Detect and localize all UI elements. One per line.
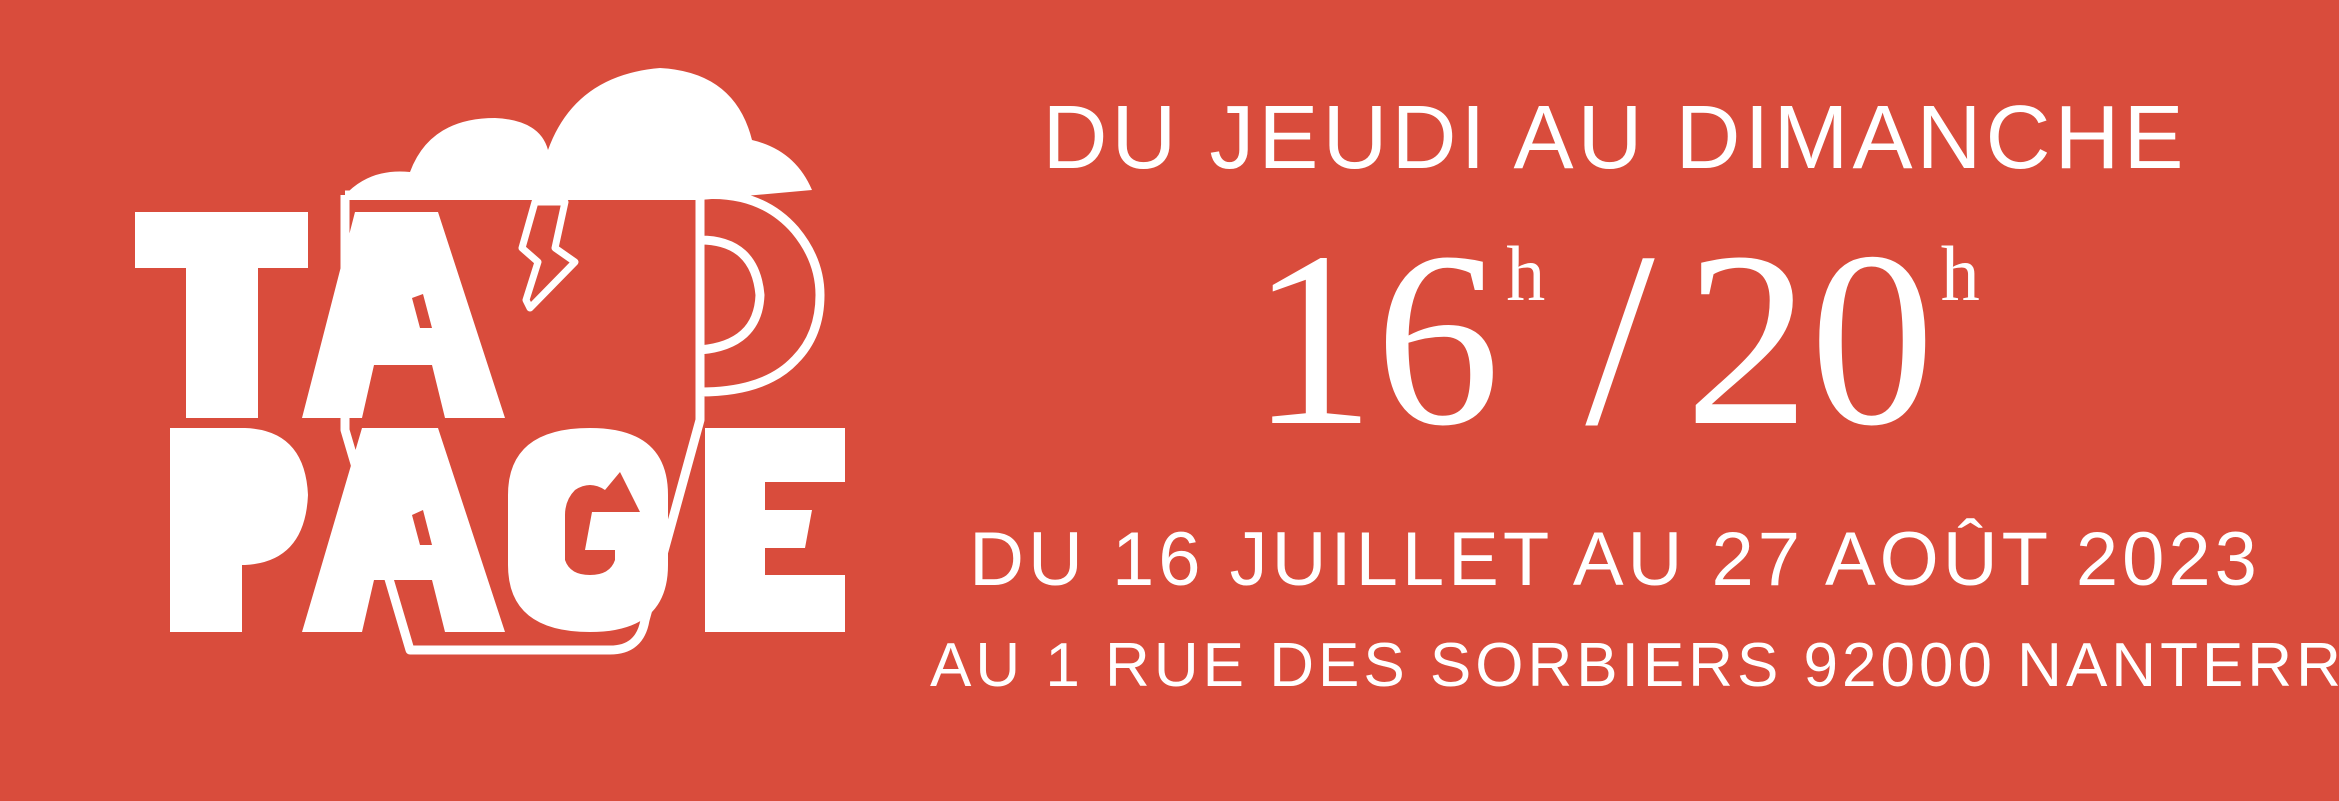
letter-p xyxy=(170,428,308,632)
letter-a-bottom xyxy=(302,428,505,632)
event-banner: DU JEUDI AU DIMANCHE 16 h / 20 h DU 16 J… xyxy=(0,0,2339,801)
letter-g xyxy=(508,428,668,632)
tapage-logo xyxy=(135,68,845,655)
dates-line: DU 16 JUILLET AU 27 AOÛT 2023 xyxy=(969,517,2261,602)
event-info: DU JEUDI AU DIMANCHE 16 h / 20 h DU 16 J… xyxy=(930,0,2339,801)
end-hour: 20 xyxy=(1684,201,1935,478)
lightning-icon xyxy=(518,198,579,312)
start-hour: 16 xyxy=(1250,201,1501,478)
letter-a-top xyxy=(302,212,505,418)
letter-e xyxy=(705,428,845,632)
address-line: AU 1 RUE DES SORBIERS 92000 NANTERRE xyxy=(930,631,2339,700)
letter-t xyxy=(135,212,308,418)
hours-separator: / xyxy=(1585,201,1655,478)
end-hour-unit: h xyxy=(1940,230,1980,317)
days-line: DU JEUDI AU DIMANCHE xyxy=(1042,88,2188,188)
cloud-icon xyxy=(345,68,812,200)
hours-line: 16 h / 20 h xyxy=(930,215,2300,475)
start-hour-unit: h xyxy=(1506,230,1546,317)
